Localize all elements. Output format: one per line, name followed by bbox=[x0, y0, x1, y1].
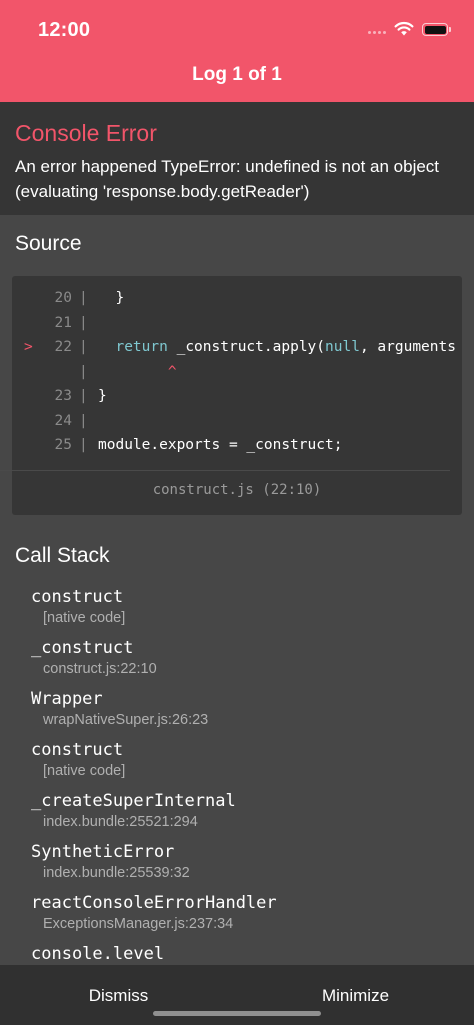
log-counter-title: Log 1 of 1 bbox=[192, 64, 282, 85]
call-stack-frame[interactable]: SyntheticError index.bundle:25539:32 bbox=[31, 840, 451, 891]
frame-location: [native code] bbox=[43, 763, 126, 779]
frame-location: construct.js:22:10 bbox=[43, 661, 157, 677]
code-line-gutter: | bbox=[79, 388, 88, 404]
frame-function-name: construct bbox=[31, 740, 124, 760]
frame-function-name: Wrapper bbox=[31, 689, 103, 709]
code-frame-file[interactable]: construct.js (22:10) bbox=[0, 482, 474, 498]
error-message: An error happened TypeError: undefined i… bbox=[15, 157, 440, 201]
code-line: | ^ bbox=[12, 360, 462, 385]
call-stack-list: construct [native code] _construct construc… bbox=[31, 585, 451, 993]
code-token: , arguments bbox=[359, 339, 456, 355]
error-summary: Console Error An error happened TypeErro… bbox=[0, 102, 474, 215]
call-stack-frame[interactable]: reactConsoleErrorHandler ExceptionsManage… bbox=[31, 891, 451, 942]
frame-function-name: _createSuperInternal bbox=[31, 791, 236, 811]
frame-function-name: reactConsoleErrorHandler bbox=[31, 893, 277, 913]
call-stack-frame[interactable]: Wrapper wrapNativeSuper.js:26:23 bbox=[31, 687, 451, 738]
call-stack-frame[interactable]: _construct construct.js:22:10 bbox=[31, 636, 451, 687]
code-line-number: 23 bbox=[54, 388, 72, 404]
code-line: 25 | module.exports = _construct; bbox=[12, 433, 462, 458]
code-line-number: 21 bbox=[54, 314, 72, 331]
frame-function-name: construct bbox=[31, 587, 124, 607]
frame-location: index.bundle:25539:32 bbox=[43, 865, 190, 881]
status-time: 12:00 bbox=[38, 19, 91, 41]
home-indicator bbox=[153, 1011, 321, 1016]
code-line-source: module.exports = _construct; bbox=[98, 437, 343, 453]
cellular-signal-icon bbox=[368, 31, 388, 37]
status-bar: 12:00 bbox=[0, 0, 474, 56]
call-stack-frame[interactable]: construct [native code] bbox=[31, 585, 451, 636]
code-token: return bbox=[115, 339, 168, 355]
source-heading: Source bbox=[15, 232, 82, 255]
code-line-gutter: | bbox=[79, 314, 88, 331]
code-line-gutter: | bbox=[79, 363, 88, 380]
code-line-number: 24 bbox=[54, 412, 72, 429]
code-frame-divider bbox=[0, 470, 450, 471]
code-line-source: } bbox=[98, 290, 125, 306]
frame-location: ExceptionsManager.js:237:34 bbox=[43, 916, 234, 932]
frame-function-name: console.level bbox=[31, 944, 165, 964]
code-line-number: 20 bbox=[54, 290, 72, 306]
code-line-marker: > bbox=[24, 339, 33, 355]
code-line: 24 | bbox=[12, 409, 462, 434]
battery-icon bbox=[422, 23, 451, 36]
code-line: 20 | } bbox=[12, 286, 462, 311]
code-caret: ^ bbox=[98, 363, 177, 380]
frame-location: [native code] bbox=[43, 610, 126, 626]
code-line-gutter: | bbox=[79, 412, 88, 429]
code-line-source: } bbox=[98, 388, 107, 404]
code-token: ( bbox=[316, 339, 326, 355]
code-line-source: return _construct.apply(null, arguments bbox=[98, 335, 456, 360]
frame-location: wrapNativeSuper.js:26:23 bbox=[43, 712, 209, 728]
footer-bar: Dismiss Minimize bbox=[0, 965, 474, 1025]
frame-function-name: _construct bbox=[31, 638, 134, 658]
frame-location: index.bundle:25521:294 bbox=[43, 814, 198, 830]
minimize-button[interactable]: Minimize bbox=[237, 965, 474, 1025]
code-line-gutter: | bbox=[79, 437, 88, 453]
error-title: Console Error bbox=[15, 120, 157, 146]
code-line-number: 25 bbox=[54, 437, 72, 453]
code-line: 23 |} bbox=[12, 384, 462, 409]
code-token: _construct. bbox=[167, 339, 273, 355]
code-token: null bbox=[325, 339, 360, 355]
header-bar: 12:00 Log 1 of 1 bbox=[0, 0, 474, 102]
code-lines: 20 | } 21 | >22 | return _construct.apply(nul… bbox=[12, 286, 462, 458]
code-line-gutter: | bbox=[79, 290, 88, 306]
dismiss-button[interactable]: Dismiss bbox=[0, 965, 237, 1025]
wifi-icon bbox=[394, 21, 414, 36]
frame-function-name: SyntheticError bbox=[31, 842, 175, 862]
code-line: 21 | bbox=[12, 311, 462, 336]
code-line-number: 22 bbox=[54, 339, 72, 355]
call-stack-frame[interactable]: _createSuperInternal index.bundle:25521:2… bbox=[31, 789, 451, 840]
code-token: apply bbox=[272, 339, 317, 355]
code-frame[interactable]: 20 | } 21 | >22 | return _construct.apply(nul… bbox=[12, 276, 462, 515]
call-stack-frame[interactable]: construct [native code] bbox=[31, 738, 451, 789]
call-stack-heading: Call Stack bbox=[15, 544, 110, 567]
code-line-gutter: | bbox=[79, 339, 88, 355]
code-line: >22 | return _construct.apply(null, argum… bbox=[12, 335, 462, 360]
